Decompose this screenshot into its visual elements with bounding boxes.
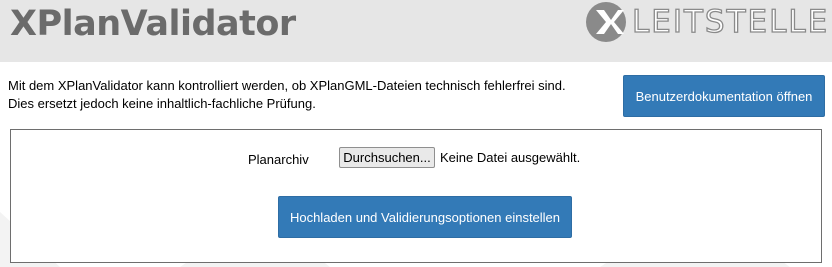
intro-line-2: Dies ersetzt jedoch keine inhaltlich-fac… [8, 96, 316, 111]
browse-file-button[interactable]: Durchsuchen... [339, 147, 435, 168]
intro-line-1: Mit dem XPlanValidator kann kontrolliert… [8, 78, 566, 93]
file-status-text: Keine Datei ausgewählt. [440, 150, 581, 165]
leitstelle-logo: LEITSTELLE [584, 0, 828, 44]
logo-text: LEITSTELLE [631, 3, 830, 40]
open-documentation-button[interactable]: Benutzerdokumentation öffnen [623, 75, 825, 117]
app-title: XPlanValidator [10, 4, 296, 44]
header-bar: XPlanValidator LEITSTELLE [0, 0, 832, 62]
plan-archive-label: Planarchiv [248, 152, 309, 167]
upload-validate-button[interactable]: Hochladen und Validierungsoptionen einst… [278, 196, 572, 238]
intro-text: Mit dem XPlanValidator kann kontrolliert… [8, 77, 608, 113]
x-logo-icon [586, 2, 626, 42]
